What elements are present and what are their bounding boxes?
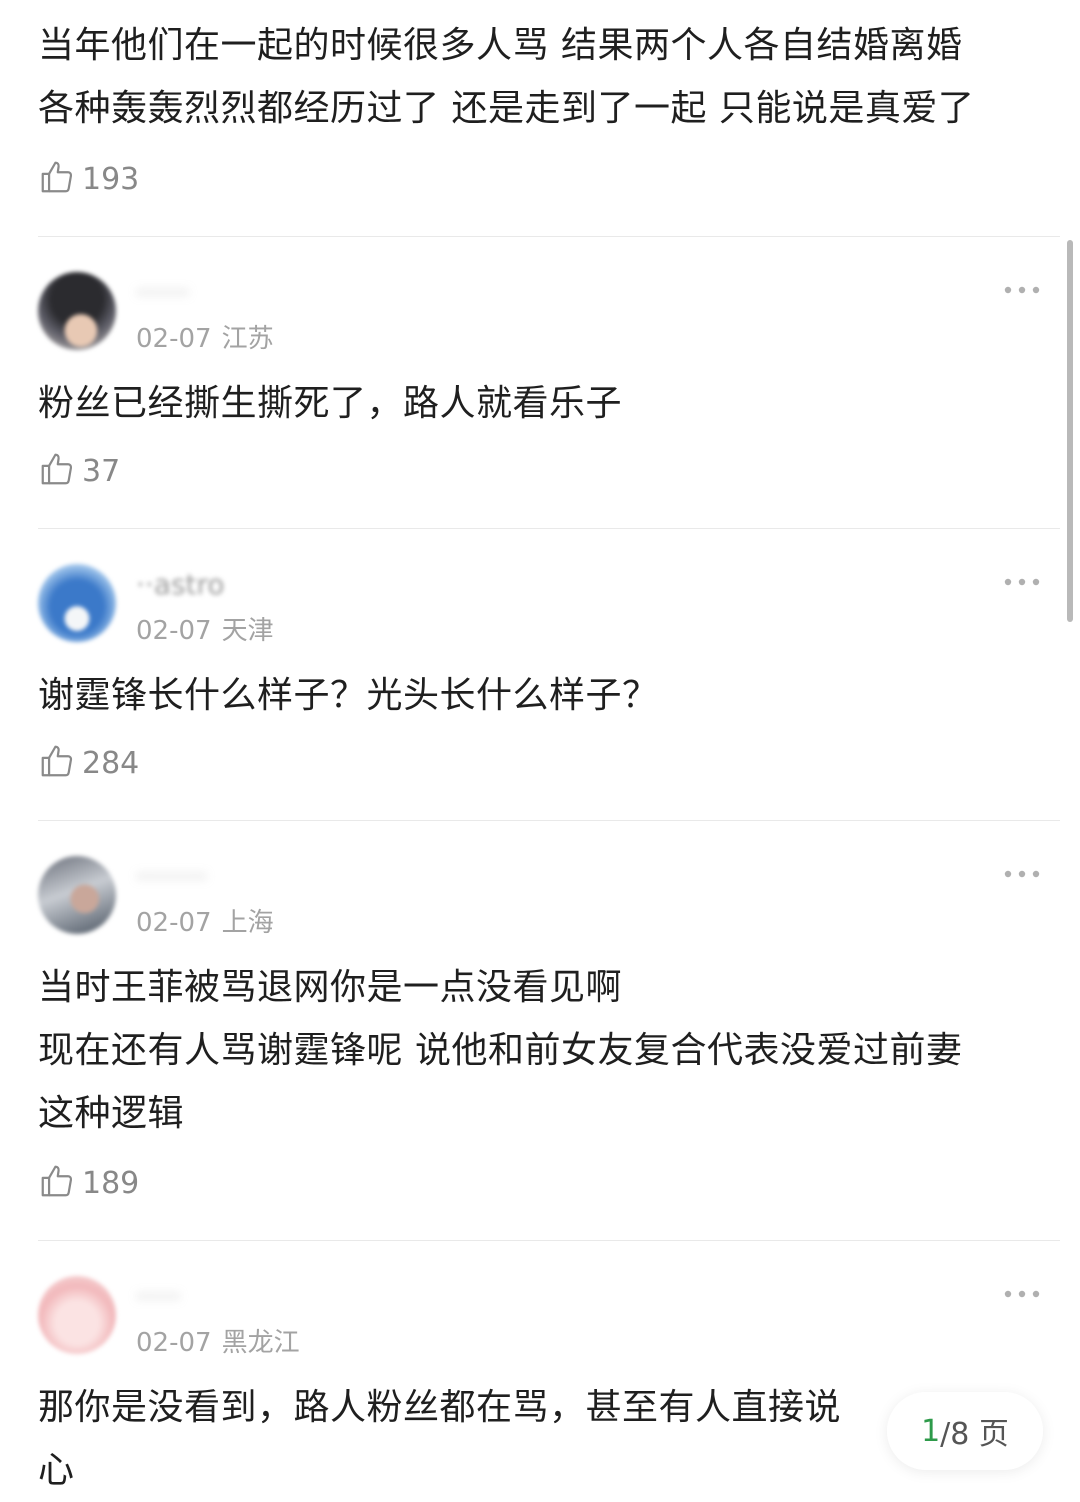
comment-meta: 02-07 上海 [136, 902, 274, 939]
thumbs-up-icon [38, 742, 76, 784]
comment-date: 02-07 [136, 324, 212, 354]
comment-location: 黑龙江 [221, 1328, 300, 1358]
comment-location: 天津 [221, 616, 274, 646]
page-current: 1 [921, 1413, 941, 1449]
comment-text: 粉丝已经撕生撕死了，路人就看乐子 [38, 372, 1042, 435]
like-count: 193 [82, 161, 140, 197]
more-dots-icon[interactable] [1002, 280, 1042, 300]
username[interactable]: ··astro [136, 568, 225, 601]
like-count: 189 [82, 1165, 140, 1201]
comment-line: 各种轰轰烈烈都经历过了 还是走到了一起 只能说是真爱了 [38, 88, 975, 129]
divider [38, 236, 1060, 237]
comment-line: 谢霆锋长什么样子？光头长什么样子？ [38, 675, 659, 716]
like-count: 37 [82, 453, 121, 489]
like-button[interactable]: 284 [38, 740, 1042, 786]
divider [38, 820, 1060, 821]
comment-header: ········ 02-07 上海 [38, 856, 1042, 940]
page-indicator[interactable]: 1/8 页 [887, 1392, 1043, 1470]
comment-0: 当年他们在一起的时候很多人骂 结果两个人各自结婚离婚 各种轰轰烈烈都经历过了 还… [38, 14, 1042, 140]
comment-meta: 02-07 江苏 [136, 318, 274, 355]
comment-date: 02-07 [136, 616, 212, 646]
comment-header: ··astro 02-07 天津 [38, 564, 1042, 648]
comment-meta: 02-07 黑龙江 [136, 1322, 300, 1359]
avatar[interactable] [38, 272, 116, 350]
page-total: /8 页 [940, 1417, 1009, 1452]
like-button[interactable]: 189 [38, 1160, 1042, 1206]
divider [38, 528, 1060, 529]
comment-date: 02-07 [136, 908, 212, 938]
username[interactable]: ········ [136, 860, 207, 893]
like-button[interactable]: 37 [38, 448, 1042, 494]
comment-meta: 02-07 天津 [136, 610, 274, 647]
more-dots-icon[interactable] [1002, 572, 1042, 592]
comment-text: 谢霆锋长什么样子？光头长什么样子？ [38, 664, 1042, 727]
comment-date: 02-07 [136, 1328, 212, 1358]
comment-line: 现在还有人骂谢霆锋呢 说他和前女友复合代表没爱过前妻 [38, 1030, 963, 1071]
username[interactable]: ······ [136, 276, 189, 309]
divider [38, 1240, 1060, 1241]
comment-text: 当时王菲被骂退网你是一点没看见啊 现在还有人骂谢霆锋呢 说他和前女友复合代表没爱… [38, 956, 1042, 1145]
avatar[interactable] [38, 564, 116, 642]
avatar[interactable] [38, 1276, 116, 1354]
like-button[interactable]: 193 [38, 156, 1042, 202]
thumbs-up-icon [38, 158, 76, 200]
avatar[interactable] [38, 856, 116, 934]
more-dots-icon[interactable] [1002, 1284, 1042, 1304]
comment-location: 上海 [221, 908, 274, 938]
thumbs-up-icon [38, 1162, 76, 1204]
like-count: 284 [82, 745, 140, 781]
username[interactable]: ····· [136, 1280, 181, 1313]
comment-text: 当年他们在一起的时候很多人骂 结果两个人各自结婚离婚 各种轰轰烈烈都经历过了 还… [38, 14, 1042, 140]
comment-header: ····· 02-07 黑龙江 [38, 1276, 1042, 1360]
thumbs-up-icon [38, 450, 76, 492]
comment-line: 当时王菲被骂退网你是一点没看见啊 [38, 967, 623, 1008]
comment-header: ······ 02-07 江苏 [38, 272, 1042, 356]
scrollbar[interactable] [1067, 240, 1073, 622]
comment-line: 粉丝已经撕生撕死了，路人就看乐子 [38, 383, 623, 424]
comment-line: 当年他们在一起的时候很多人骂 结果两个人各自结婚离婚 [38, 25, 963, 66]
comment-location: 江苏 [221, 324, 274, 354]
comment-line: 这种逻辑 [38, 1093, 185, 1134]
more-dots-icon[interactable] [1002, 864, 1042, 884]
